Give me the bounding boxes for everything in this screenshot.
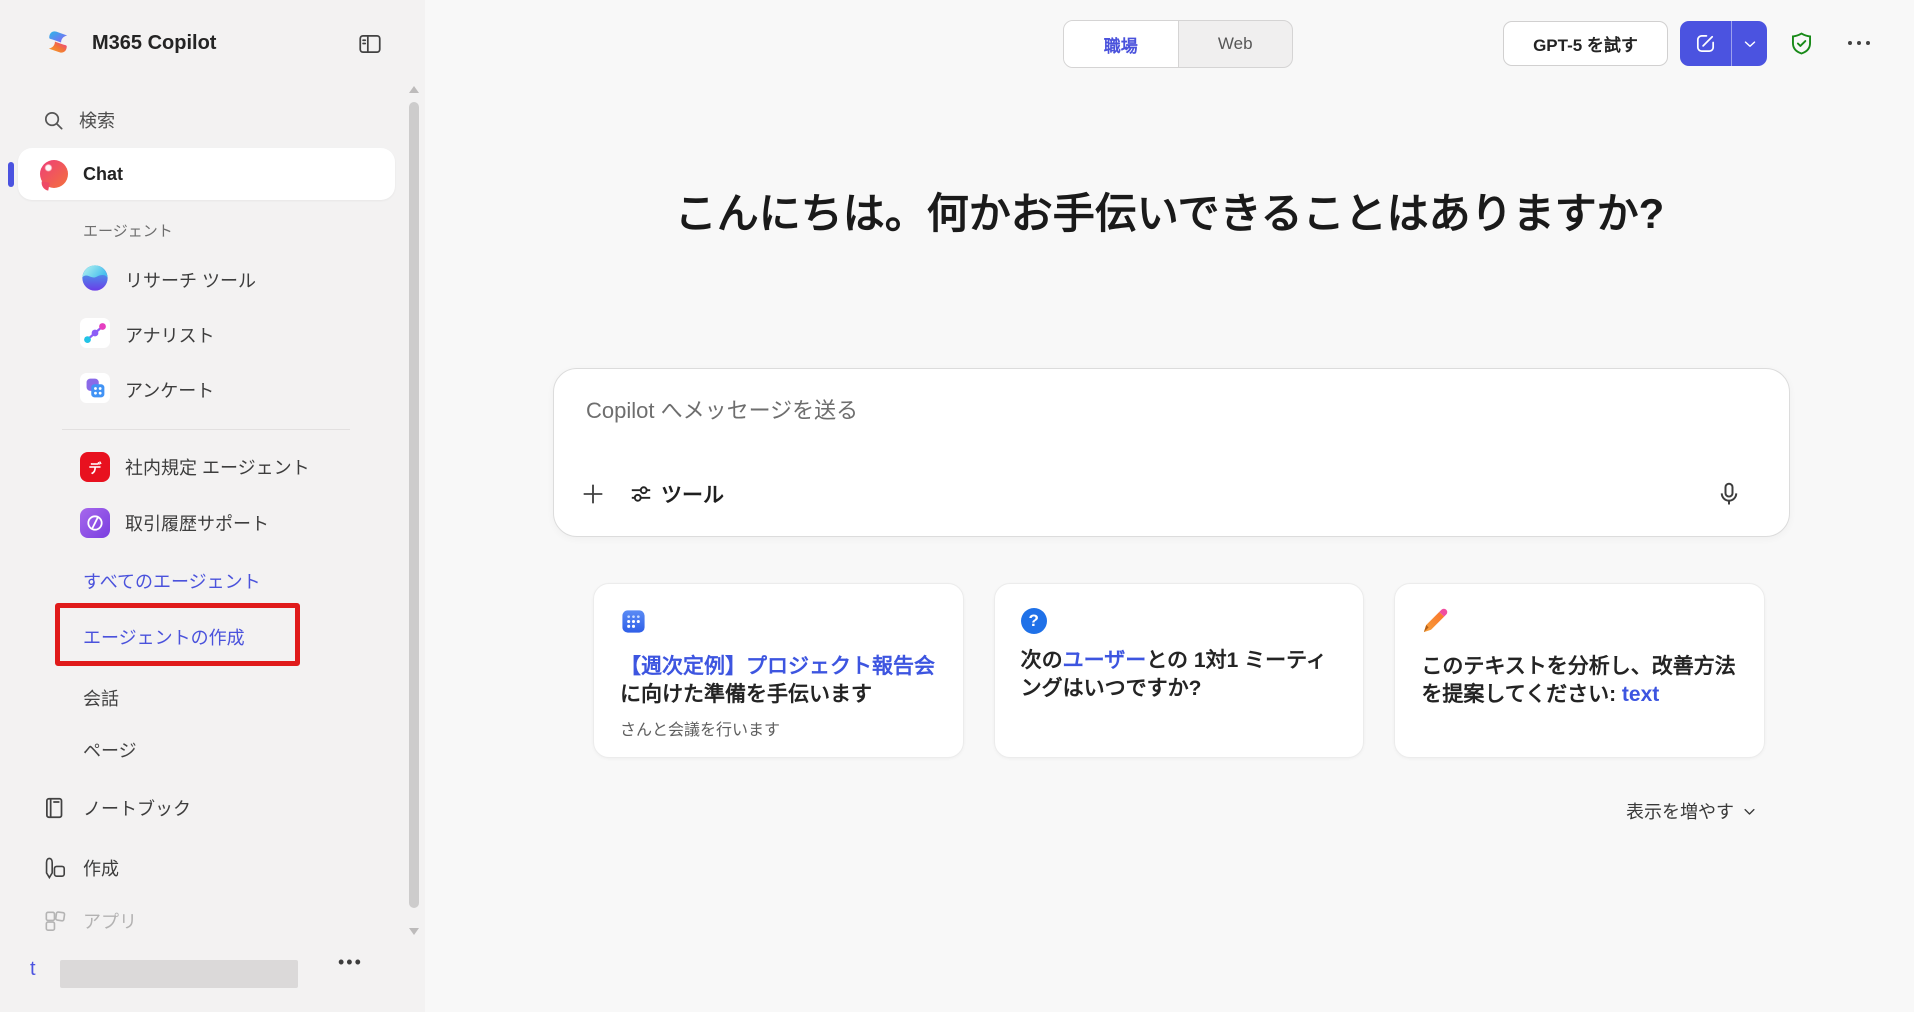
create-icon (42, 855, 68, 881)
notebook-icon (42, 795, 68, 821)
sidebar-item-analyst[interactable]: アナリスト (0, 311, 410, 359)
header-more-button[interactable] (1848, 30, 1870, 56)
account-initial: t (30, 958, 36, 981)
scrollbar-down-arrow[interactable] (409, 928, 419, 935)
all-agents-link[interactable]: すべてのエージェント (83, 568, 261, 594)
new-chat-dropdown-button[interactable] (1732, 21, 1767, 66)
scrollbar-up-arrow[interactable] (409, 86, 419, 93)
tools-button[interactable]: ツール (620, 472, 732, 516)
show-more-row: 表示を増やす (593, 798, 1757, 824)
researcher-label: リサーチ ツール (125, 267, 256, 293)
add-attachment-button[interactable] (571, 472, 615, 516)
m365-copilot-app: M365 Copilot 検索 Chat エージェント (0, 0, 1914, 1012)
transaction-history-agent-label: 取引履歴サポート (125, 510, 269, 536)
chevron-down-icon (1741, 35, 1759, 53)
internal-rules-agent-icon: デ (80, 452, 110, 482)
apps-label: アプリ (83, 908, 137, 934)
suggestion-card-analyze-text[interactable]: このテキストを分析し、改善方法を提案してください: text (1394, 583, 1765, 758)
sidebar-item-search[interactable]: 検索 (0, 96, 410, 144)
account-more-button[interactable]: ••• (338, 952, 363, 973)
transaction-history-agent-icon (80, 508, 110, 538)
pages-label: ページ (83, 737, 137, 763)
copilot-logo-icon (44, 28, 72, 56)
sidebar-item-conversations[interactable]: 会話 (0, 674, 410, 722)
new-chat-button[interactable] (1680, 21, 1732, 66)
plus-icon (579, 480, 607, 508)
pencil-icon (1421, 622, 1448, 639)
conversations-label: 会話 (83, 685, 119, 711)
card-question-user-link[interactable]: ユーザー (1063, 649, 1147, 672)
composer: ツール (553, 368, 1790, 537)
analyst-icon (80, 318, 110, 353)
question-icon: ? (1021, 608, 1047, 634)
sidebar-item-chat[interactable]: Chat (18, 148, 395, 200)
sidebar-collapse-button[interactable] (354, 28, 386, 60)
sidebar-item-survey[interactable]: アンケート (0, 366, 410, 414)
apps-icon (42, 908, 68, 934)
account-name-redacted (60, 960, 298, 988)
analyst-label: アナリスト (125, 322, 215, 348)
show-more-label: 表示を増やす (1626, 798, 1734, 824)
sidebar-item-transaction-history-agent[interactable]: 取引履歴サポート (0, 499, 410, 547)
sidebar-item-apps[interactable]: アプリ (0, 897, 410, 945)
new-chat-icon (1694, 32, 1717, 55)
researcher-icon (80, 263, 110, 298)
scope-tab-web[interactable]: Web (1179, 21, 1293, 67)
survey-icon (80, 373, 110, 408)
suggestion-cards: 【週次定例】プロジェクト報告会に向けた準備を手伝います さんと会議を行います ?… (593, 583, 1765, 758)
scope-tab-work[interactable]: 職場 (1064, 21, 1179, 67)
greeting-heading: こんにちは。何かお手伝いできることはありますか? (425, 180, 1914, 241)
selected-indicator (8, 162, 14, 187)
app-title: M365 Copilot (92, 32, 216, 55)
sidebar-item-researcher[interactable]: リサーチ ツール (0, 256, 410, 304)
chevron-down-icon (1742, 804, 1757, 819)
microphone-icon (1715, 480, 1743, 508)
search-label: 検索 (79, 107, 115, 133)
suggestion-card-next-meeting[interactable]: ? 次のユーザーとの 1対1 ミーティングはいつですか? (994, 583, 1365, 758)
protected-status-button[interactable] (1786, 28, 1816, 58)
sidebar-item-internal-rules-agent[interactable]: デ 社内規定 エージェント (0, 443, 410, 491)
search-icon (42, 109, 65, 132)
card-question-pre: 次の (1021, 649, 1063, 672)
shield-check-icon (1788, 30, 1815, 57)
chat-label: Chat (83, 164, 123, 185)
show-more-button[interactable]: 表示を増やす (1626, 798, 1757, 824)
try-gpt5-button[interactable]: GPT-5 を試す (1503, 21, 1668, 66)
card-analyze-pre: このテキストを分析し、改善方法を提案してください: (1421, 655, 1735, 706)
agents-section-label: エージェント (83, 220, 173, 241)
create-agent-link[interactable]: エージェントの作成 (83, 624, 245, 650)
tools-label: ツール (661, 479, 724, 509)
new-chat-split-button (1680, 21, 1767, 66)
internal-rules-agent-label: 社内規定 エージェント (125, 454, 310, 480)
tools-sliders-icon (628, 481, 654, 507)
card-analyze-text-link[interactable]: text (1622, 683, 1659, 706)
survey-label: アンケート (125, 377, 214, 403)
scrollbar-thumb[interactable] (409, 102, 419, 908)
sidebar: M365 Copilot 検索 Chat エージェント (0, 0, 425, 1012)
mic-button[interactable] (1707, 472, 1751, 516)
sidebar-item-pages[interactable]: ページ (0, 726, 410, 774)
chat-icon (40, 160, 68, 188)
message-input[interactable] (584, 393, 1724, 429)
card-meeting-subtitle: さんと会議を行います (620, 716, 937, 740)
sidebar-item-notebooks[interactable]: ノートブック (0, 784, 410, 832)
calendar-icon (620, 622, 647, 639)
scope-toggle: 職場 Web (1063, 20, 1293, 68)
sidebar-divider (62, 429, 350, 430)
create-label: 作成 (83, 855, 119, 881)
card-meeting-text: に向けた準備を手伝います (620, 683, 872, 706)
notebooks-label: ノートブック (83, 795, 191, 821)
card-meeting-link[interactable]: 【週次定例】プロジェクト報告会 (620, 655, 935, 678)
sidebar-item-create[interactable]: 作成 (0, 844, 410, 892)
panel-toggle-icon (357, 31, 383, 57)
suggestion-card-meeting-prep[interactable]: 【週次定例】プロジェクト報告会に向けた準備を手伝います さんと会議を行います (593, 583, 964, 758)
